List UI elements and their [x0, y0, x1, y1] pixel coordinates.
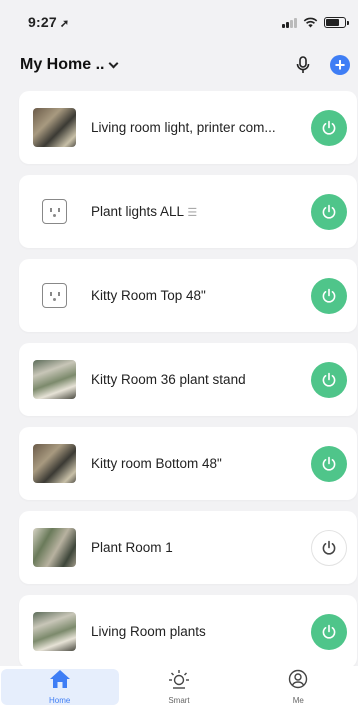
home-title: My Home ..	[20, 56, 105, 73]
power-toggle-button[interactable]	[311, 193, 347, 230]
device-card[interactable]: Living Room plants	[19, 595, 357, 668]
sun-icon	[168, 669, 190, 694]
device-card[interactable]: Living room light, printer com...	[19, 91, 357, 164]
device-name-text: Living Room plants	[91, 624, 206, 639]
power-icon	[322, 372, 336, 387]
device-name-text: Plant lights ALL	[91, 204, 184, 219]
tab-home[interactable]: Home	[0, 669, 119, 705]
power-icon	[322, 456, 336, 471]
battery-icon	[324, 16, 349, 28]
device-name-text: Living room light, printer com...	[91, 120, 276, 135]
power-icon	[322, 204, 336, 219]
power-icon	[322, 624, 336, 639]
add-device-button[interactable]: +	[330, 55, 350, 75]
device-name-text: Kitty Room Top 48"	[91, 288, 206, 303]
device-card[interactable]: Plant lights ALL ☰	[19, 175, 357, 248]
device-name: Plant Room 1	[91, 540, 311, 555]
bottom-tab-bar: Home Smart Me	[0, 666, 358, 722]
device-name: Kitty Room Top 48"	[91, 288, 311, 303]
power-toggle-button[interactable]	[311, 109, 347, 146]
clock-text: 9:27	[28, 14, 57, 30]
chevron-down-icon	[109, 58, 119, 68]
home-selector[interactable]: My Home ..	[20, 56, 119, 74]
user-icon	[287, 669, 309, 694]
power-icon	[322, 540, 336, 555]
plus-icon: +	[334, 55, 346, 75]
device-name: Living room light, printer com...	[91, 120, 311, 135]
power-icon	[322, 120, 336, 135]
device-card[interactable]: Kitty Room Top 48"	[19, 259, 357, 332]
microphone-button[interactable]	[292, 54, 314, 76]
power-toggle-button[interactable]	[311, 613, 347, 650]
microphone-icon	[296, 56, 310, 73]
device-photo	[33, 444, 76, 483]
status-bar: 9:27 ➚	[0, 0, 358, 44]
status-time: 9:27 ➚	[28, 14, 69, 30]
home-icon	[49, 669, 71, 694]
cellular-signal-icon	[282, 17, 297, 28]
group-icon: ☰	[187, 207, 198, 219]
power-toggle-button[interactable]	[311, 445, 347, 482]
tab-smart[interactable]: Smart	[120, 669, 238, 705]
tab-me[interactable]: Me	[239, 669, 357, 705]
device-card[interactable]: Kitty room Bottom 48"	[19, 427, 357, 500]
device-list: Living room light, printer com... Plant l…	[19, 91, 357, 679]
device-name-text: Kitty Room 36 plant stand	[91, 372, 246, 387]
smart-plug-icon	[33, 192, 76, 231]
device-photo	[33, 612, 76, 651]
location-arrow-icon: ➚	[59, 18, 70, 30]
power-icon	[322, 288, 336, 303]
device-name: Living Room plants	[91, 624, 311, 639]
device-photo	[33, 528, 76, 567]
wifi-icon	[303, 17, 318, 27]
device-name: Kitty Room 36 plant stand	[91, 372, 311, 387]
smart-plug-icon	[33, 276, 76, 315]
device-photo	[33, 360, 76, 399]
device-name-text: Plant Room 1	[91, 540, 173, 555]
tab-label: Home	[48, 696, 71, 705]
power-toggle-button[interactable]	[311, 361, 347, 398]
power-toggle-button[interactable]	[311, 529, 347, 566]
status-icons	[282, 16, 349, 28]
device-photo	[33, 108, 76, 147]
home-indicator	[125, 716, 235, 720]
device-name-text: Kitty room Bottom 48"	[91, 456, 222, 471]
device-card[interactable]: Plant Room 1	[19, 511, 357, 584]
home-header: My Home .. +	[0, 48, 358, 82]
power-toggle-button[interactable]	[311, 277, 347, 314]
device-name: Plant lights ALL ☰	[91, 204, 311, 219]
tab-label: Smart	[168, 696, 190, 705]
tab-label: Me	[292, 696, 304, 705]
device-card[interactable]: Kitty Room 36 plant stand	[19, 343, 357, 416]
device-name: Kitty room Bottom 48"	[91, 456, 311, 471]
header-actions: +	[292, 54, 350, 76]
